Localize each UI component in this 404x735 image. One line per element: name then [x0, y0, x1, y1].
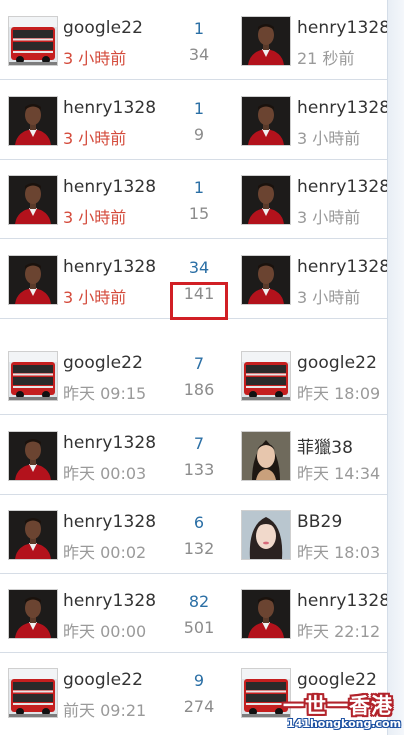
last-poster-name[interactable]: henry1328 [297, 18, 390, 38]
author-name[interactable]: google22 [63, 670, 143, 690]
author-name[interactable]: henry1328 [63, 257, 156, 277]
reply-count[interactable]: 34 [169, 258, 229, 277]
post-time: 昨天 00:02 [63, 543, 147, 562]
reply-count[interactable]: 82 [169, 592, 229, 611]
man-avatar[interactable] [241, 175, 291, 225]
view-count: 501 [183, 618, 215, 637]
bus-avatar[interactable] [8, 351, 58, 401]
reply-count[interactable]: 7 [169, 354, 229, 373]
author-name[interactable]: henry1328 [63, 433, 156, 453]
thread-row[interactable]: henry1328 昨天 00:03 7 133 菲獵38 昨天 14:34 [0, 415, 388, 495]
thread-list: google22 3 小時前 1 34 henry1328 21 秒前 henr… [0, 0, 390, 735]
thread-row[interactable]: google22 昨天 09:15 7 186 google22 昨天 18:0… [0, 335, 388, 415]
reply-count[interactable]: 9 [169, 671, 229, 690]
view-count: 133 [183, 460, 215, 479]
post-time: 3 小時前 [63, 129, 127, 148]
last-poster-name[interactable]: google22 [297, 670, 377, 690]
watermark-url: 141hongkong.com [287, 717, 402, 730]
post-time: 昨天 00:03 [63, 464, 147, 483]
reply-count[interactable]: 6 [169, 513, 229, 532]
author-name[interactable]: google22 [63, 18, 143, 38]
last-post-time: 3 小時前 [297, 208, 361, 227]
post-time: 3 小時前 [63, 288, 127, 307]
man-avatar[interactable] [8, 96, 58, 146]
reply-count[interactable]: 1 [169, 178, 229, 197]
last-post-time: 3 小時前 [297, 129, 361, 148]
reply-count[interactable]: 1 [169, 19, 229, 38]
author-name[interactable]: henry1328 [63, 512, 156, 532]
thread-row[interactable]: henry1328 昨天 00:00 82 501 henry1328 昨天 2… [0, 573, 390, 653]
last-post-time: 昨天 18:09 [297, 384, 381, 403]
reply-count[interactable]: 1 [169, 99, 229, 118]
post-time: 昨天 09:15 [63, 384, 147, 403]
last-poster-name[interactable]: henry1328 [297, 591, 390, 611]
man-avatar[interactable] [241, 589, 291, 639]
last-poster-name[interactable]: 菲獵38 [297, 433, 353, 458]
author-name[interactable]: google22 [63, 353, 143, 373]
man-avatar[interactable] [8, 589, 58, 639]
post-time: 昨天 00:00 [63, 622, 147, 641]
man-avatar[interactable] [241, 255, 291, 305]
watermark-title: 一世一香港 [283, 694, 393, 718]
post-time: 3 小時前 [63, 208, 127, 227]
man-avatar[interactable] [8, 175, 58, 225]
view-count: 9 [193, 125, 205, 144]
last-post-time: 21 秒前 [297, 49, 355, 68]
woman2-avatar[interactable] [241, 510, 291, 560]
last-poster-name[interactable]: henry1328 [297, 98, 390, 118]
woman-avatar[interactable] [241, 431, 291, 481]
last-poster-name[interactable]: google22 [297, 353, 377, 373]
thread-row[interactable]: henry1328 昨天 00:02 6 132 BB29 昨天 18:03 [0, 494, 388, 574]
reply-count[interactable]: 7 [169, 434, 229, 453]
last-post-time: 昨天 22:12 [297, 622, 381, 641]
man-avatar[interactable] [241, 16, 291, 66]
bus-avatar[interactable] [8, 668, 58, 718]
last-poster-name[interactable]: henry1328 [297, 257, 390, 277]
last-poster-name[interactable]: henry1328 [297, 177, 390, 197]
author-name[interactable]: henry1328 [63, 591, 156, 611]
last-poster-name[interactable]: BB29 [297, 512, 342, 532]
watermark-logo: 一世一香港 141hongkong.com [283, 690, 403, 734]
bus-avatar[interactable] [8, 16, 58, 66]
view-count: 34 [188, 45, 210, 64]
thread-row[interactable]: henry1328 3 小時前 1 9 henry1328 3 小時前 [0, 80, 390, 160]
last-post-time: 昨天 18:03 [297, 543, 381, 562]
man-avatar[interactable] [8, 255, 58, 305]
view-count: 274 [183, 697, 215, 716]
post-time: 3 小時前 [63, 49, 127, 68]
bus-avatar[interactable] [241, 351, 291, 401]
author-name[interactable]: henry1328 [63, 98, 156, 118]
highlight-annotation-box [170, 282, 228, 320]
last-post-time: 昨天 14:34 [297, 464, 381, 483]
thread-row[interactable]: google22 3 小時前 1 34 henry1328 21 秒前 [0, 0, 390, 80]
man-avatar[interactable] [241, 96, 291, 146]
view-count: 15 [188, 204, 210, 223]
author-name[interactable]: henry1328 [63, 177, 156, 197]
thread-row[interactable]: henry1328 3 小時前 1 15 henry1328 3 小時前 [0, 159, 390, 239]
last-post-time: 3 小時前 [297, 288, 361, 307]
man-avatar[interactable] [8, 510, 58, 560]
man-avatar[interactable] [8, 431, 58, 481]
post-time: 前天 09:21 [63, 701, 147, 720]
scrollbar-track[interactable] [387, 0, 404, 735]
view-count: 132 [183, 539, 215, 558]
view-count: 186 [183, 380, 215, 399]
